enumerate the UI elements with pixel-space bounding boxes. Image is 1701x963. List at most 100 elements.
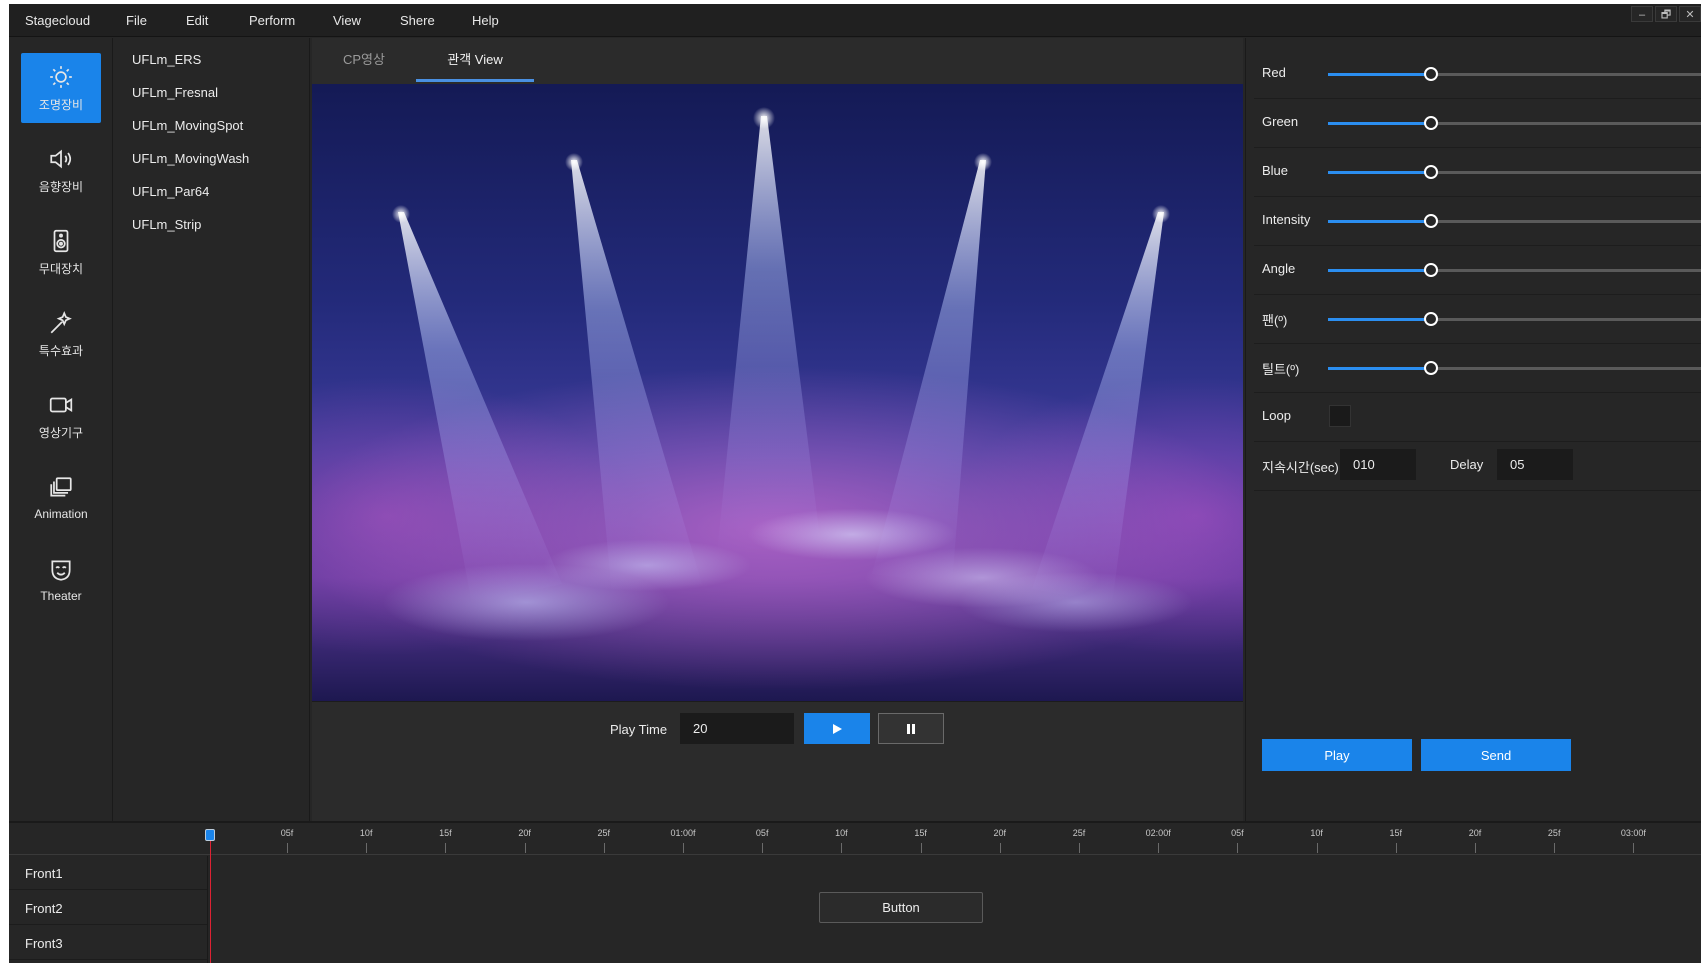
restore-button[interactable]: 🗗 [1655,6,1677,22]
timeline-tick-mark [1158,843,1160,853]
loop-checkbox[interactable] [1329,405,1351,427]
slider-thumb[interactable] [1423,312,1438,326]
angle-slider[interactable] [1328,263,1701,277]
sidebar-label: 무대장치 [38,261,84,276]
timeline-tick-label: 10f [359,828,373,838]
timeline-tick-mark [1633,843,1635,853]
play-time-label: Play Time [610,722,668,737]
play-effect-button[interactable]: Play [1262,739,1412,771]
timeline-ruler[interactable]: 05f 10f 15f 20f 25f 01:00f 05f 10f 15f 20f 25f 02:0… [9,823,1701,855]
send-button[interactable]: Send [1421,739,1571,771]
track-label: Front2 [25,901,63,916]
menubar: Stagecloud File Edit Perform View Shere … [9,4,1701,37]
track-row[interactable]: Front2 [9,891,207,925]
intensity-slider[interactable] [1328,214,1701,228]
delay-input[interactable] [1497,449,1573,480]
slider-thumb[interactable] [1423,67,1438,81]
tab-audience-view[interactable]: 관객 View [416,38,534,82]
minimize-button[interactable]: – [1631,6,1653,22]
equipment-item[interactable]: UFLm_ERS [132,52,201,67]
timing-row: 지속시간(sec) Delay [1254,442,1701,491]
timeline-tick-label: 05f [1231,828,1244,838]
slider-row-blue: Blue [1254,148,1701,197]
tab-cp-video[interactable]: CP영상 [314,38,414,82]
play-controls: Play Time [312,701,1243,759]
menu-view[interactable]: View [333,13,361,28]
sidebar-item-stage-device[interactable]: 무대장치 [21,217,101,287]
track-label: Front3 [25,936,63,951]
timeline-tick-mark [366,843,368,853]
slider-thumb[interactable] [1423,165,1438,179]
red-slider[interactable] [1328,67,1701,81]
sidebar-item-sound[interactable]: 음향장비 [21,135,101,205]
timeline-tick-mark [920,843,922,853]
view-tabs: CP영상 관객 View [312,38,1243,82]
playhead-handle[interactable] [205,829,215,841]
menu-shere[interactable]: Shere [400,13,435,28]
timeline-tick-mark [1237,843,1239,853]
green-slider[interactable] [1328,116,1701,130]
pan-slider[interactable] [1328,312,1701,326]
slider-thumb[interactable] [1423,214,1438,228]
sidebar-label: 영상기구 [38,425,84,440]
sidebar-label: Theater [40,589,82,603]
close-button[interactable]: ✕ [1679,6,1701,22]
video-camera-icon [49,397,73,412]
timeline-button[interactable]: Button [819,892,983,923]
sidebar-label: 특수효과 [38,343,84,358]
equipment-item[interactable]: UFLm_Strip [132,217,201,232]
timeline-tick-label: 02:00f [1145,828,1171,838]
timeline-tick-label: 25f [1547,828,1561,838]
equipment-item[interactable]: UFLm_Fresnal [132,85,218,100]
slider-label: Blue [1262,163,1289,178]
sidebar-item-theater[interactable]: Theater [21,545,101,615]
timeline-tick-mark [1554,843,1556,853]
equipment-item[interactable]: UFLm_MovingWash [132,151,249,166]
slider-thumb[interactable] [1423,116,1438,130]
timeline-tick-label: 05f [280,828,294,838]
menu-edit[interactable]: Edit [186,13,208,28]
sidebar-label: 조명장비 [38,97,84,112]
sidebar-item-lighting[interactable]: 조명장비 [21,53,101,123]
track-row[interactable]: Front1 [9,856,207,890]
equipment-list: UFLm_ERS UFLm_Fresnal UFLm_MovingSpot UF… [114,38,310,821]
sidebar-label: Animation [34,507,88,521]
menu-file[interactable]: File [126,13,147,28]
pause-icon [907,723,915,734]
duration-input[interactable] [1340,449,1416,480]
timeline-tick-mark [841,843,843,853]
sidebar-item-animation[interactable]: Animation [21,463,101,533]
timeline-tick-mark [287,843,288,853]
mask-icon [51,560,71,581]
timeline-tick-label: 25f [597,828,611,838]
sidebar-item-special-effects[interactable]: 특수효과 [21,299,101,369]
equipment-item[interactable]: UFLm_MovingSpot [132,118,243,133]
slider-row-pan: 팬(º) [1254,295,1701,344]
equipment-item[interactable]: UFLm_Par64 [132,184,209,199]
menu-help[interactable]: Help [472,13,499,28]
slider-thumb[interactable] [1423,263,1438,277]
slider-row-green: Green [1254,99,1701,148]
slider-row-intensity: Intensity [1254,197,1701,246]
timeline-tick-label: 01:00f [670,828,696,838]
slider-thumb[interactable] [1423,361,1438,375]
timeline-tick-mark [1475,843,1476,853]
track-divider [207,856,208,963]
track-row[interactable]: Front3 [9,926,207,960]
timeline-tick-mark [445,843,447,853]
delay-label: Delay [1450,457,1484,472]
slider-row-tilt: 틸트(º) [1254,344,1701,393]
stagecloud-window: Stagecloud File Edit Perform View Shere … [9,4,1701,963]
pause-button[interactable] [878,713,944,744]
sidebar-item-video[interactable]: 영상기구 [21,381,101,451]
blue-slider[interactable] [1328,165,1701,179]
slider-label: Intensity [1262,212,1311,227]
menu-perform[interactable]: Perform [249,13,295,28]
timeline-panel: 05f 10f 15f 20f 25f 01:00f 05f 10f 15f 20f 25f 02:0… [9,821,1701,963]
tilt-slider[interactable] [1328,361,1701,375]
play-icon [833,723,842,734]
duration-label: 지속시간(sec) [1262,460,1339,475]
play-time-input[interactable] [680,713,794,744]
timeline-tick-label: 20f [993,828,1007,838]
play-button[interactable] [804,713,870,744]
